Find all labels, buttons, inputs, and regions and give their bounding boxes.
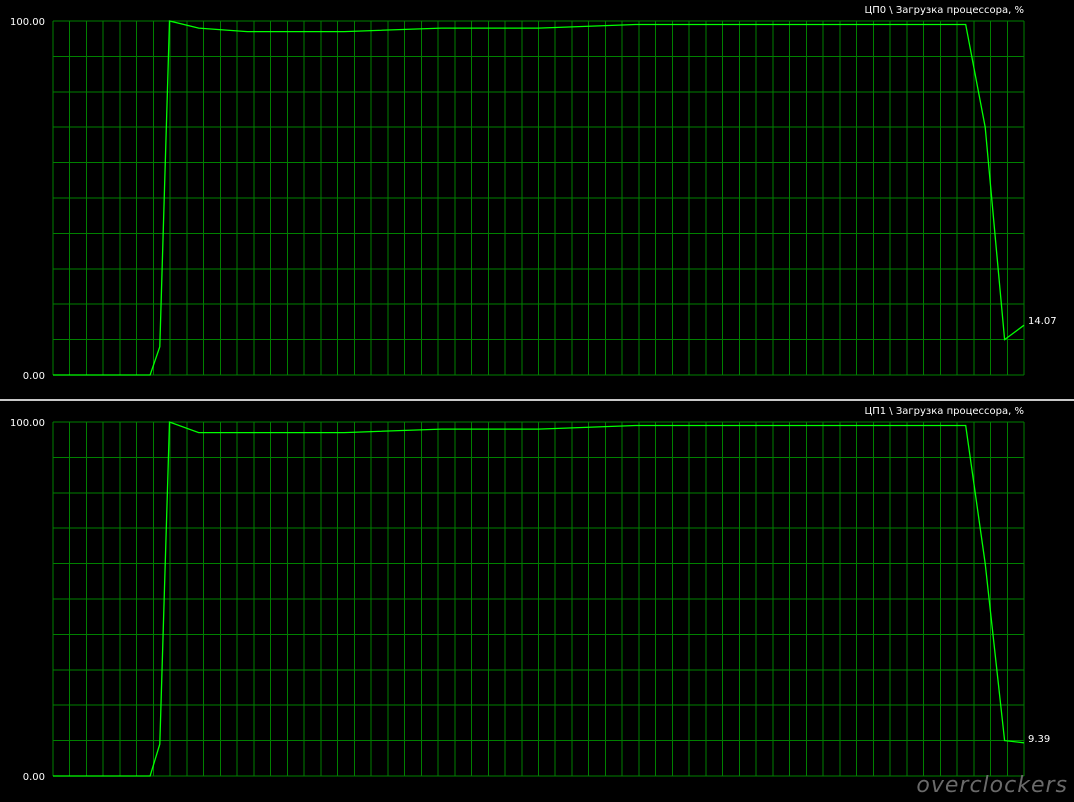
watermark-logo: overclockers	[916, 773, 1068, 798]
current-value-label: 9.39	[1028, 734, 1050, 745]
y-tick-label-max: 100.00	[10, 17, 45, 28]
chart-panel-cpu0: ЦП0 \ Загрузка процессора, % 100.00 0.00 14…	[0, 0, 1074, 399]
grid	[52, 421, 1025, 777]
grid	[52, 20, 1025, 376]
chart-title: ЦП1 \ Загрузка процессора, %	[864, 406, 1024, 417]
y-tick-label-min: 0.00	[23, 371, 45, 382]
chart-title: ЦП0 \ Загрузка процессора, %	[864, 5, 1024, 16]
current-value-label: 14.07	[1028, 316, 1057, 327]
chart-panel-cpu1: ЦП1 \ Загрузка процессора, % 100.00 0.00 9.…	[0, 401, 1074, 800]
y-tick-label-min: 0.00	[23, 772, 45, 783]
chart-svg-cpu0: ЦП0 \ Загрузка процессора, % 100.00 0.00 14…	[10, 5, 1057, 382]
y-tick-label-max: 100.00	[10, 418, 45, 429]
chart-svg-cpu1: ЦП1 \ Загрузка процессора, % 100.00 0.00 9.…	[10, 406, 1050, 783]
